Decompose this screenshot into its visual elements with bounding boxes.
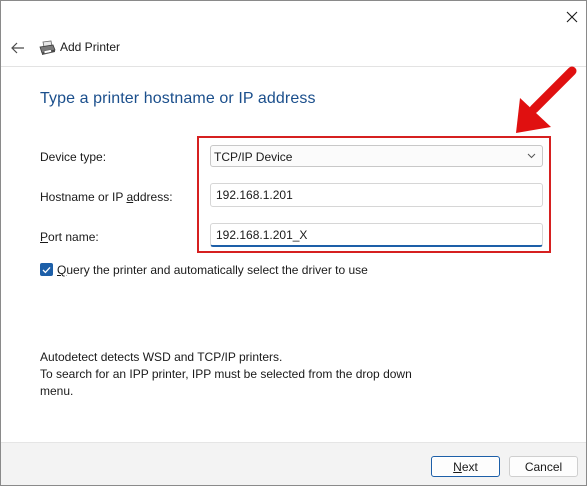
- query-label-accesskey: Q: [57, 263, 67, 277]
- cancel-button[interactable]: Cancel: [509, 456, 578, 477]
- hostname-label-part1: Hostname or IP: [40, 190, 127, 204]
- back-button[interactable]: [7, 37, 29, 59]
- next-accesskey: N: [453, 459, 462, 474]
- add-printer-window: Add Printer Type a printer hostname or I…: [0, 0, 587, 486]
- close-icon: [566, 11, 578, 23]
- hostname-label-part2: ddress:: [133, 190, 173, 204]
- page-heading: Type a printer hostname or IP address: [40, 90, 316, 107]
- red-arrow-icon: [516, 66, 577, 133]
- query-printer-checkbox[interactable]: [40, 263, 53, 276]
- query-printer-label[interactable]: Query the printer and automatically sele…: [57, 263, 368, 277]
- query-label-rest: uery the printer and automatically selec…: [66, 263, 368, 277]
- device-type-label: Device type:: [40, 150, 107, 164]
- next-button[interactable]: Next: [431, 456, 500, 477]
- next-label-rest: ext: [461, 459, 478, 474]
- info-line-2: To search for an IPP printer, IPP must b…: [40, 367, 412, 381]
- wizard-footer: Next Cancel: [1, 442, 586, 485]
- highlight-box: [197, 136, 551, 253]
- wizard-header: Add Printer: [1, 31, 586, 67]
- hostname-label: Hostname or IP address:: [40, 190, 173, 204]
- port-label-rest: ort name:: [48, 230, 99, 244]
- info-line-1: Autodetect detects WSD and TCP/IP printe…: [40, 350, 283, 364]
- port-name-label: Port name:: [40, 230, 99, 244]
- back-arrow-icon: [11, 42, 24, 54]
- port-label-accesskey: P: [40, 230, 49, 244]
- window-title: Add Printer: [60, 40, 121, 54]
- next-button-label: Next: [453, 460, 478, 474]
- info-line-3: menu.: [40, 384, 74, 398]
- printer-icon: [39, 40, 56, 55]
- close-button[interactable]: [557, 2, 587, 32]
- checkmark-icon: [42, 266, 51, 273]
